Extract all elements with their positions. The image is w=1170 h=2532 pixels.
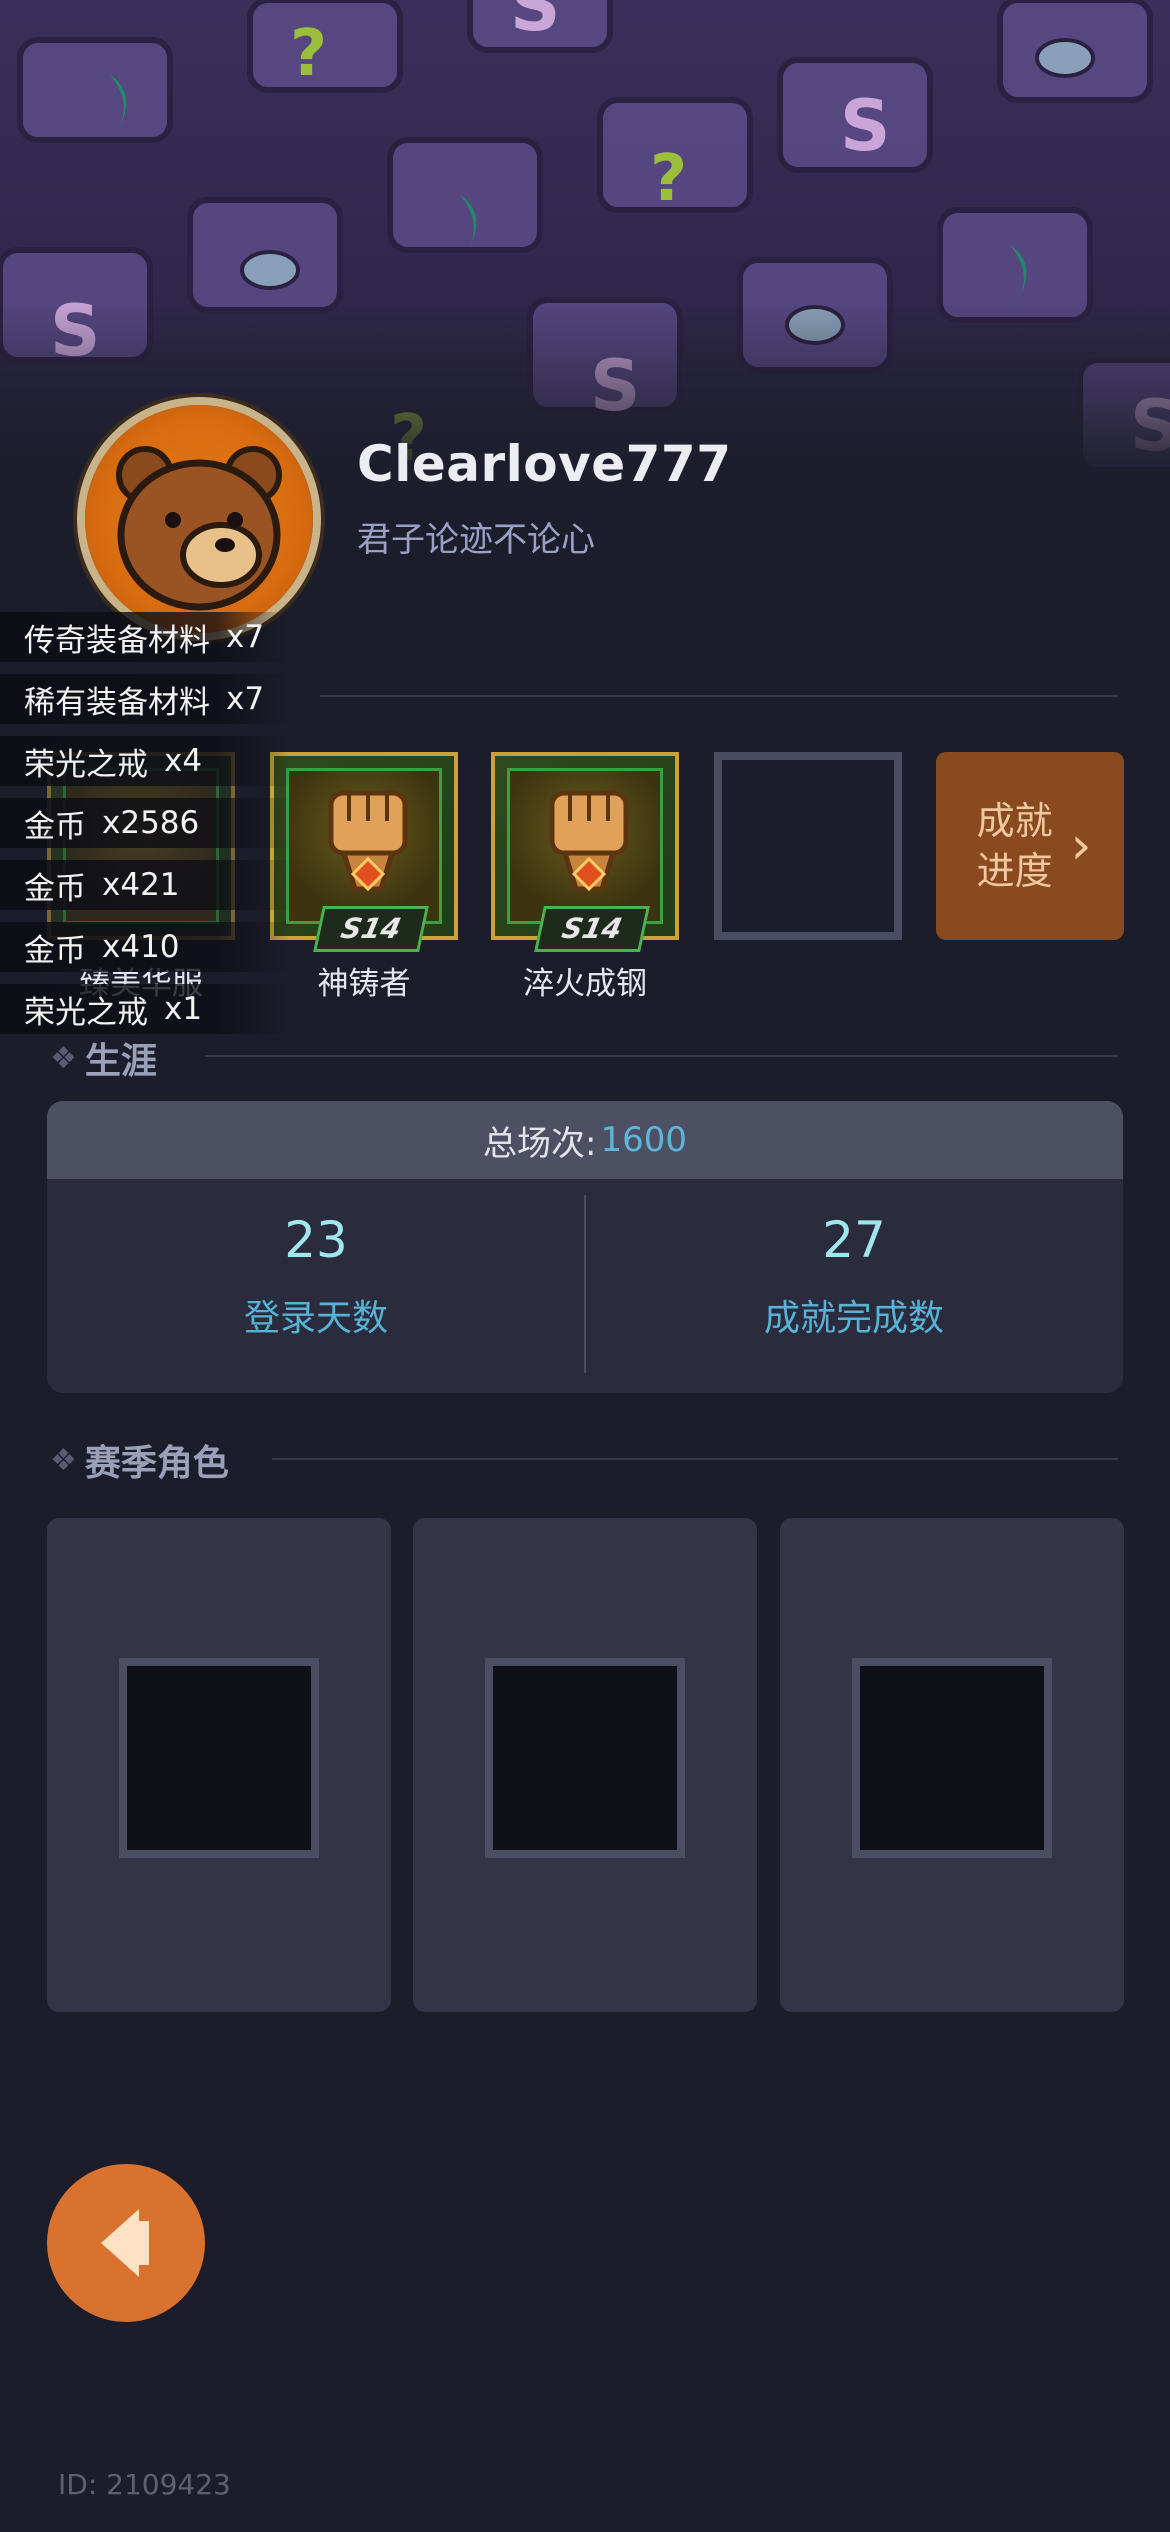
reward-item: 金币 x421	[0, 860, 290, 910]
role-slot-empty	[485, 1658, 685, 1858]
season-tag: S14	[534, 906, 650, 952]
season-role-card[interactable]	[780, 1518, 1124, 2012]
badge-2-label: 神铸者	[317, 966, 411, 1002]
achievement-progress-line2: 进度	[976, 849, 1053, 893]
season-roles-title-text: 赛季角色	[84, 1443, 229, 1484]
career-card: 总场次: 1600 23 登录天数 27 成就完成数	[47, 1101, 1123, 1393]
total-matches: 总场次: 1600	[47, 1101, 1123, 1179]
reward-item: 荣光之戒 x1	[0, 984, 290, 1034]
svg-text:S: S	[510, 0, 560, 47]
reward-item: 传奇装备材料 x7	[0, 612, 290, 662]
reward-name: 稀有装备材料	[24, 684, 210, 721]
svg-text:?: ?	[650, 142, 687, 216]
season-role-card[interactable]	[47, 1518, 391, 2012]
badge-2[interactable]: S14	[270, 752, 458, 952]
reward-item: 金币 x410	[0, 922, 290, 972]
back-arrow-icon	[101, 2209, 149, 2277]
divider	[205, 1055, 1118, 1057]
reward-name: 荣光之戒	[24, 746, 148, 783]
badge-3-label: 淬火成钢	[523, 966, 647, 1002]
svg-text:S: S	[840, 85, 890, 167]
season-tag: S14	[313, 906, 429, 952]
reward-item: 稀有装备材料 x7	[0, 674, 290, 724]
avatar[interactable]	[85, 405, 313, 633]
reward-qty: x2586	[102, 805, 200, 841]
role-slot-empty	[119, 1658, 319, 1858]
achievement-progress-button[interactable]: 成就 进度 ›	[936, 752, 1124, 940]
reward-item: 荣光之戒 x4	[0, 736, 290, 786]
badge-slot-empty[interactable]	[714, 752, 902, 940]
reward-qty: x421	[102, 867, 180, 903]
back-button[interactable]	[47, 2164, 205, 2322]
diamond-cluster-icon: ❖	[50, 1442, 77, 1478]
chevron-right-icon: ›	[1070, 816, 1092, 876]
career-title-text: 生涯	[84, 1041, 157, 1082]
total-matches-value: 1600	[600, 1120, 687, 1160]
divider	[320, 695, 1118, 697]
stat-label: 成就完成数	[763, 1298, 944, 1339]
reward-qty: x7	[226, 619, 265, 655]
diamond-cluster-icon: ❖	[50, 1040, 77, 1076]
stat-value: 27	[822, 1211, 886, 1269]
reward-name: 金币	[24, 808, 86, 845]
season-roles-section-title: ❖ 赛季角色	[50, 1434, 229, 1486]
bear-avatar-icon	[116, 446, 282, 611]
reward-name: 金币	[24, 870, 86, 907]
stat-label: 登录天数	[243, 1298, 388, 1339]
reward-qty: x410	[102, 929, 180, 965]
badge-3[interactable]: S14	[491, 752, 679, 952]
career-section-title: ❖ 生涯	[50, 1032, 157, 1084]
stat-value: 23	[284, 1211, 348, 1269]
player-id: ID: 2109423	[58, 2468, 231, 2501]
signature-text: 君子论迹不论心	[357, 520, 595, 560]
reward-qty: x7	[226, 681, 265, 717]
achievement-progress-line1: 成就	[976, 799, 1053, 843]
reward-qty: x1	[164, 991, 203, 1027]
reward-name: 荣光之戒	[24, 994, 148, 1031]
reward-item: 金币 x2586	[0, 798, 290, 848]
reward-qty: x4	[164, 743, 203, 779]
reward-name: 金币	[24, 932, 86, 969]
season-role-card[interactable]	[413, 1518, 757, 2012]
divider	[272, 1458, 1118, 1460]
role-slot-empty	[852, 1658, 1052, 1858]
reward-name: 传奇装备材料	[24, 622, 210, 659]
svg-text:?: ?	[290, 17, 327, 91]
total-matches-label: 总场次:	[483, 1123, 597, 1164]
stat-achievements: 27 成就完成数	[585, 1211, 1123, 1341]
username: Clearlove777	[357, 435, 732, 493]
stat-login-days: 23 登录天数	[47, 1211, 585, 1341]
reward-notification-list: 传奇装备材料 x7 稀有装备材料 x7 荣光之戒 x4 金币 x2586 金币 x421 …	[0, 612, 290, 1046]
